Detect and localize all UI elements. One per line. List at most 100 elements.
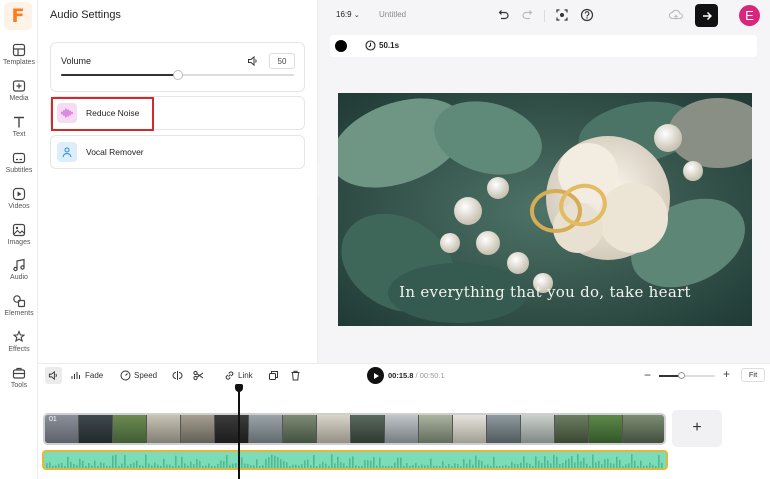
- volume-slider[interactable]: [61, 70, 294, 80]
- waveform-bar: [541, 463, 543, 468]
- speaker-icon[interactable]: [247, 55, 259, 67]
- redo-icon[interactable]: [521, 8, 535, 22]
- audio-track[interactable]: [42, 450, 668, 470]
- rail-item-effects[interactable]: Effects: [0, 330, 38, 366]
- volume-slider-handle[interactable]: [172, 70, 183, 80]
- speed-button[interactable]: Speed: [120, 370, 157, 381]
- waveform-bar: [262, 465, 264, 468]
- waveform-bar: [283, 461, 285, 468]
- waveform-bar: [415, 463, 417, 468]
- rail-item-audio[interactable]: Audio: [0, 258, 38, 294]
- waveform-bar: [574, 462, 576, 468]
- aspect-ratio-dropdown[interactable]: 16:9 ⌄: [336, 10, 360, 19]
- waveform-bar: [433, 465, 435, 468]
- toolbar-divider: [544, 10, 545, 22]
- cloud-save-icon[interactable]: [668, 8, 684, 22]
- canvas-toolbar: 50.1s: [330, 35, 757, 57]
- waveform-bar: [322, 461, 324, 468]
- canvas-duration[interactable]: 50.1s: [379, 41, 399, 50]
- fit-button[interactable]: Fit: [741, 368, 765, 382]
- playhead-handle[interactable]: [235, 384, 243, 392]
- zoom-slider-handle[interactable]: [677, 372, 685, 379]
- rail-item-text[interactable]: Text: [0, 115, 38, 151]
- video-track[interactable]: 01: [43, 413, 666, 445]
- clip-thumbnail: [79, 415, 113, 443]
- waveform-bar: [418, 465, 420, 468]
- add-clip-button[interactable]: +: [672, 410, 722, 447]
- duplicate-icon[interactable]: [268, 370, 279, 381]
- export-button[interactable]: [695, 4, 718, 27]
- waveform-bar: [142, 465, 144, 468]
- waveform-bar: [568, 458, 570, 468]
- background-color-swatch[interactable]: [335, 40, 347, 52]
- waveform-bar: [211, 465, 213, 468]
- zoom-slider[interactable]: [659, 372, 715, 379]
- split-icon[interactable]: [172, 370, 183, 381]
- timeline: Fade Speed Link 00:15.8 / 00:50.1 − + Fi…: [38, 363, 770, 479]
- clip-thumbnail: [283, 415, 317, 443]
- waveform-bar: [229, 464, 231, 468]
- waveform-bar: [103, 463, 105, 468]
- waveform-bar: [61, 462, 63, 468]
- vocal-remover-option[interactable]: Vocal Remover: [50, 135, 305, 169]
- waveform-bar: [466, 463, 468, 468]
- templates-icon: [12, 43, 26, 57]
- volume-icon: [48, 370, 57, 381]
- rail-item-templates[interactable]: Templates: [0, 43, 38, 79]
- waveform-bar: [565, 460, 567, 468]
- rail-item-elements[interactable]: Elements: [0, 294, 38, 330]
- project-name[interactable]: Untitled: [379, 10, 406, 19]
- rail-item-subtitles[interactable]: Subtitles: [0, 151, 38, 187]
- waveform-bar: [145, 454, 147, 468]
- rail-item-videos[interactable]: Videos: [0, 187, 38, 223]
- waveform-bar: [187, 465, 189, 468]
- link-button[interactable]: Link: [224, 370, 253, 381]
- waveform-bar: [385, 465, 387, 468]
- rail-label: Effects: [8, 346, 30, 353]
- waveform-bar: [562, 463, 564, 468]
- waveform-bar: [517, 464, 519, 468]
- zoom-in-button[interactable]: +: [723, 367, 730, 381]
- volume-value-input[interactable]: 50: [269, 53, 295, 69]
- undo-icon[interactable]: [496, 8, 510, 22]
- help-icon[interactable]: [580, 8, 594, 22]
- waveform-bar: [52, 465, 54, 468]
- vocal-remover-label: Vocal Remover: [86, 147, 144, 157]
- top-bar: 16:9 ⌄ Untitled E: [318, 0, 770, 32]
- waveform-bar: [331, 454, 333, 468]
- waveform-bar: [520, 462, 522, 468]
- waveform-bar: [544, 456, 546, 468]
- waveform-bar: [637, 465, 639, 468]
- waveform-bar: [79, 458, 81, 468]
- waveform-bar: [454, 463, 456, 468]
- screen-record-icon[interactable]: [555, 8, 569, 22]
- zoom-out-button[interactable]: −: [644, 368, 651, 382]
- fade-button[interactable]: Fade: [71, 370, 103, 380]
- scissors-icon[interactable]: [193, 370, 204, 381]
- rail-label: Videos: [8, 203, 30, 210]
- panel-title: Audio Settings: [50, 9, 121, 21]
- audio-icon: [13, 258, 25, 272]
- rail-item-tools[interactable]: Tools: [0, 366, 38, 402]
- trash-icon[interactable]: [290, 370, 301, 381]
- clip-thumbnail: [555, 415, 589, 443]
- video-preview[interactable]: In everything that you do, take heart: [338, 93, 752, 326]
- playhead[interactable]: [238, 384, 240, 479]
- rail-item-images[interactable]: Images: [0, 223, 38, 259]
- app-logo[interactable]: F: [4, 2, 32, 30]
- play-button[interactable]: [367, 367, 384, 384]
- waveform-bar: [304, 460, 306, 468]
- waveform-bar: [640, 460, 642, 468]
- waveform-bar: [193, 464, 195, 468]
- waveform-bar: [118, 465, 120, 468]
- waveform-bar: [652, 464, 654, 468]
- waveform-bar: [157, 464, 159, 468]
- volume-card: Volume 50: [50, 42, 305, 92]
- waveform-bar: [361, 465, 363, 468]
- user-avatar[interactable]: E: [739, 5, 760, 26]
- total-time: / 00:50.1: [415, 371, 445, 380]
- waveform-bar: [484, 465, 486, 468]
- waveform-bar: [604, 459, 606, 468]
- waveform-bar: [376, 465, 378, 468]
- rail-item-media[interactable]: Media: [0, 79, 38, 115]
